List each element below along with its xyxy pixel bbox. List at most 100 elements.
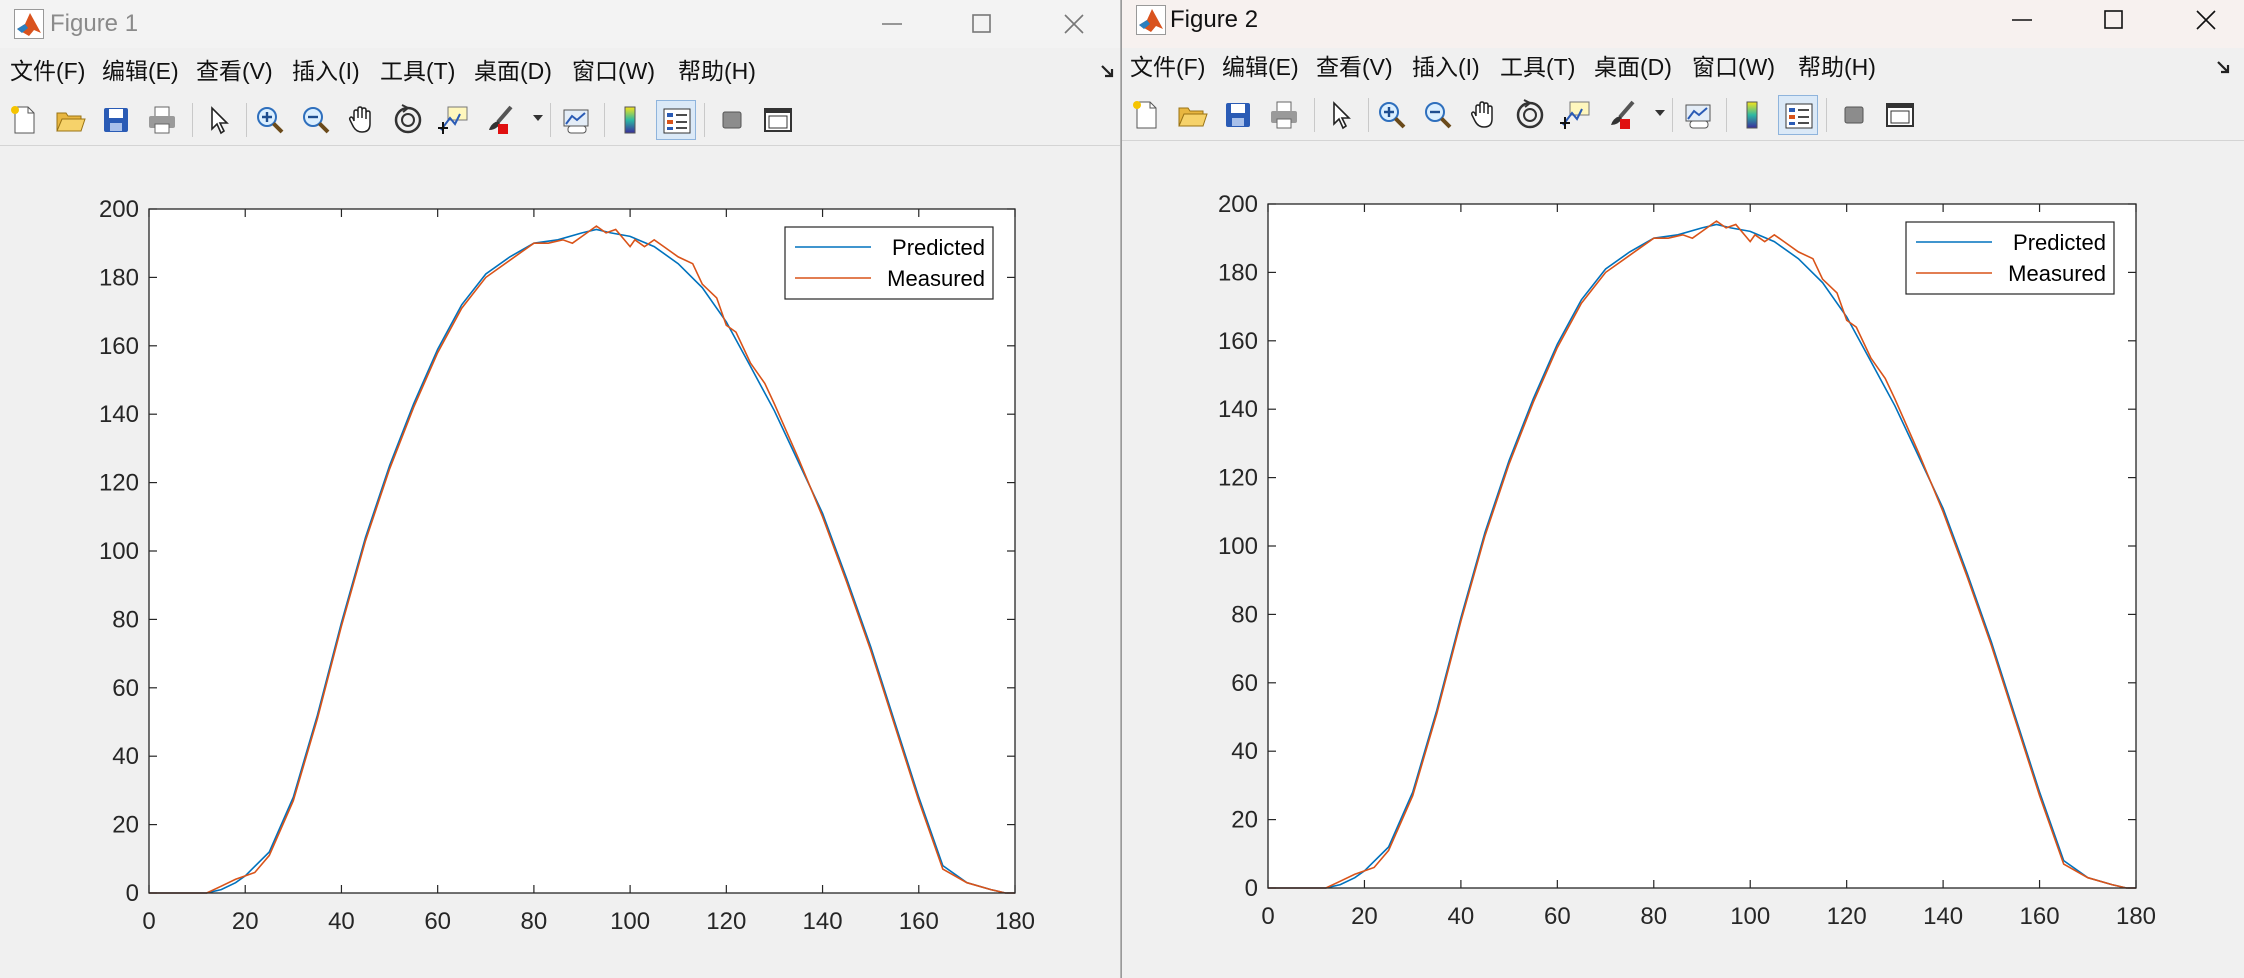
rotate-3d-button[interactable]: [388, 100, 428, 140]
toolbar-separator: [1314, 98, 1315, 132]
x-tick-label: 0: [142, 908, 155, 935]
y-tick-label: 120: [1218, 465, 1258, 492]
data-cursor-button[interactable]: [1556, 95, 1596, 135]
new-figure-button[interactable]: [4, 100, 44, 140]
open-button[interactable]: [50, 100, 90, 140]
edit-plot-button[interactable]: [198, 100, 238, 140]
brush-icon: [1611, 100, 1635, 129]
open-button[interactable]: [1172, 95, 1212, 135]
figure-canvas: 0 20 40 60 80 100 120 140 160 180 0 20 40 60 80 100 120 1…: [1122, 141, 2244, 978]
window-title: Figure 2: [1170, 6, 1259, 33]
close-icon: [1064, 14, 1084, 34]
new-figure-button[interactable]: [1126, 95, 1166, 135]
toolbar-separator: [1826, 98, 1827, 132]
print-button[interactable]: [142, 100, 182, 140]
y-tick-label: 180: [99, 264, 139, 291]
colorbar-button[interactable]: [610, 100, 650, 140]
x-tick-label: 40: [328, 908, 355, 935]
menu-edit[interactable]: 编辑(E): [1222, 52, 1299, 82]
brush-button[interactable]: [480, 100, 520, 140]
legend-button[interactable]: [1778, 95, 1818, 135]
x-tick-label: 120: [706, 908, 746, 935]
figure-canvas: 0 20 40 60 80 100 120 140 160 180 0 20 40 60 80 100 120 1…: [0, 146, 1120, 978]
menu-file[interactable]: 文件(F): [10, 56, 85, 86]
menu-help[interactable]: 帮助(H): [678, 56, 756, 86]
menu-tools[interactable]: 工具(T): [380, 56, 455, 86]
save-icon: [104, 108, 128, 132]
menu-insert[interactable]: 插入(I): [292, 56, 360, 86]
menu-window[interactable]: 窗口(W): [572, 56, 655, 86]
legend: Predicted Measured: [1905, 221, 2115, 295]
pan-button[interactable]: [342, 100, 382, 140]
print-button[interactable]: [1264, 95, 1304, 135]
brush-dropdown-icon[interactable]: [1655, 110, 1665, 116]
close-button[interactable]: [2160, 0, 2244, 44]
link-plot-button[interactable]: [556, 100, 596, 140]
zoom-out-button[interactable]: [1418, 95, 1458, 135]
open-icon: [1178, 107, 1208, 127]
menu-insert[interactable]: 插入(I): [1412, 52, 1480, 82]
menu-view[interactable]: 查看(V): [196, 56, 273, 86]
legend-button[interactable]: [656, 100, 696, 140]
pan-button[interactable]: [1464, 95, 1504, 135]
y-tick-label: 20: [112, 812, 139, 839]
zoom-in-button[interactable]: [1372, 95, 1412, 135]
menu-tools[interactable]: 工具(T): [1500, 52, 1575, 82]
hide-plot-tools-icon: [1844, 106, 1864, 124]
x-tick-label: 140: [803, 908, 843, 935]
zoom-in-icon: [257, 107, 284, 134]
menu-window[interactable]: 窗口(W): [1692, 52, 1775, 82]
save-button[interactable]: [1218, 95, 1258, 135]
print-icon: [1271, 101, 1297, 129]
rotate-3d-button[interactable]: [1510, 95, 1550, 135]
data-cursor-button[interactable]: [434, 100, 474, 140]
undock-icon[interactable]: [2214, 58, 2234, 78]
brush-button[interactable]: [1602, 95, 1642, 135]
close-button[interactable]: [1028, 0, 1120, 48]
menu-file[interactable]: 文件(F): [1130, 52, 1205, 82]
colorbar-button[interactable]: [1732, 95, 1772, 135]
pan-hand-icon: [1470, 101, 1493, 128]
maximize-button[interactable]: [2068, 0, 2160, 44]
menu-desktop[interactable]: 桌面(D): [1594, 52, 1672, 82]
legend-icon: [1785, 103, 1813, 129]
y-tick-label: 60: [112, 675, 139, 702]
edit-plot-button[interactable]: [1320, 95, 1360, 135]
open-icon: [56, 112, 86, 132]
brush-icon: [489, 105, 513, 134]
minimize-button[interactable]: [1976, 0, 2068, 44]
x-tick-label: 60: [424, 908, 451, 935]
y-tick-label: 120: [99, 470, 139, 497]
hide-plot-tools-button[interactable]: [1834, 95, 1874, 135]
zoom-out-button[interactable]: [296, 100, 336, 140]
x-tick-label: 160: [2020, 903, 2060, 930]
menu-edit[interactable]: 编辑(E): [102, 56, 179, 86]
x-tick-label: 80: [521, 908, 548, 935]
hide-plot-tools-button[interactable]: [712, 100, 752, 140]
save-button[interactable]: [96, 100, 136, 140]
minimize-button[interactable]: [846, 0, 938, 48]
zoom-out-icon: [1425, 102, 1452, 129]
menu-view[interactable]: 查看(V): [1316, 52, 1393, 82]
maximize-button[interactable]: [936, 0, 1028, 48]
maximize-icon: [972, 14, 991, 33]
rotate-3d-icon: [394, 104, 422, 134]
menu-help[interactable]: 帮助(H): [1798, 52, 1876, 82]
undock-icon[interactable]: [1098, 62, 1118, 82]
new-figure-icon: [1133, 101, 1157, 129]
show-plot-tools-button[interactable]: [1880, 95, 1920, 135]
close-icon: [2196, 10, 2216, 30]
y-tick-label: 160: [1218, 328, 1258, 355]
brush-dropdown-icon[interactable]: [533, 115, 543, 121]
x-tick-label: 100: [610, 908, 650, 935]
zoom-in-button[interactable]: [250, 100, 290, 140]
y-tick-label: 80: [112, 606, 139, 633]
menu-desktop[interactable]: 桌面(D): [474, 56, 552, 86]
legend: Predicted Measured: [784, 226, 994, 300]
title-bar[interactable]: Figure 1: [0, 0, 1120, 48]
title-bar[interactable]: Figure 2: [1122, 0, 2244, 48]
link-plot-icon: [563, 109, 589, 134]
show-plot-tools-button[interactable]: [758, 100, 798, 140]
x-tick-label: 80: [1640, 903, 1667, 930]
link-plot-button[interactable]: [1678, 95, 1718, 135]
